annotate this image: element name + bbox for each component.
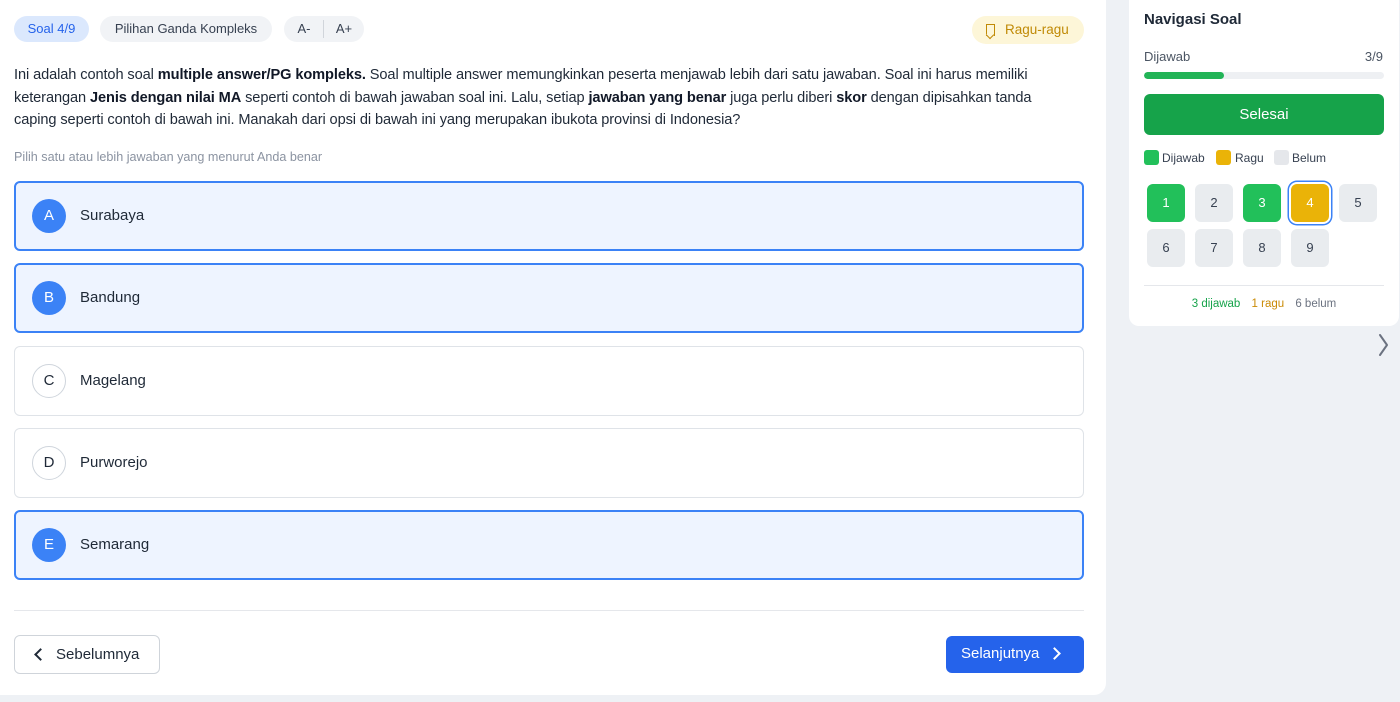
chevron-right-icon <box>1048 647 1061 660</box>
summary-unanswered: 6 belum <box>1295 298 1337 310</box>
doubt-button[interactable]: Ragu-ragu <box>972 16 1084 44</box>
option-label: Magelang <box>80 372 146 389</box>
navigation-divider <box>1144 285 1384 286</box>
option-letter-badge: C <box>32 364 66 398</box>
option-c[interactable]: C Magelang <box>14 346 1084 416</box>
chevron-left-icon <box>34 648 47 661</box>
legend-label-answered: Dijawab <box>1162 151 1205 165</box>
summary-doubt: 1 ragu <box>1251 298 1285 310</box>
bookmark-icon <box>986 24 995 36</box>
option-label: Purworejo <box>80 454 148 471</box>
option-label: Surabaya <box>80 207 145 224</box>
question-nav-button-3[interactable]: 3 <box>1243 184 1281 222</box>
finish-button[interactable]: Selesai <box>1144 94 1384 135</box>
question-number-badge: Soal 4/9 <box>14 16 89 42</box>
summary-answered: 3 dijawab <box>1191 298 1241 310</box>
answered-progress-fill <box>1144 72 1224 79</box>
option-letter-badge: B <box>32 281 66 315</box>
legend-swatch-answered <box>1144 150 1159 165</box>
answered-count: 3/9 <box>1364 49 1383 64</box>
legend-label-unanswered: Belum <box>1292 151 1327 165</box>
question-emphasis: skor <box>836 89 867 106</box>
option-label: Semarang <box>80 536 150 553</box>
question-segment: seperti contoh di bawah jawaban soal ini… <box>241 89 589 106</box>
answered-progress-bar <box>1144 72 1384 79</box>
question-nav-button-2[interactable]: 2 <box>1195 184 1233 222</box>
font-increase-button[interactable]: A+ <box>334 16 354 42</box>
question-emphasis: jawaban yang benar <box>588 89 727 106</box>
question-card: Soal 4/9 Pilihan Ganda Kompleks A- A+ Ra… <box>0 0 1106 695</box>
question-segment: Ini adalah contoh soal <box>14 67 158 83</box>
question-header: Soal 4/9 Pilihan Ganda Kompleks A- A+ Ra… <box>14 16 1084 44</box>
option-d[interactable]: D Purworejo <box>14 428 1084 498</box>
previous-button[interactable]: Sebelumnya <box>14 635 160 674</box>
answered-label: Dijawab <box>1144 49 1191 64</box>
option-a[interactable]: A Surabaya <box>14 181 1084 251</box>
question-nav-button-5[interactable]: 5 <box>1339 184 1377 222</box>
legend-swatch-unanswered <box>1274 150 1289 165</box>
question-nav-button-1[interactable]: 1 <box>1147 184 1185 222</box>
next-button[interactable]: Selanjutnya <box>946 636 1084 673</box>
collapse-panel-chevron-icon[interactable] <box>1377 333 1389 357</box>
question-navigation-panel: Navigasi Soal Dijawab 3/9 Selesai Dijawa… <box>1129 0 1399 326</box>
previous-button-label: Sebelumnya <box>56 646 140 663</box>
option-e[interactable]: E Semarang <box>14 510 1084 580</box>
question-nav-button-8[interactable]: 8 <box>1243 229 1281 267</box>
doubt-button-label: Ragu-ragu <box>1005 22 1069 37</box>
question-emphasis: Jenis dengan nilai MA <box>89 89 242 106</box>
option-letter-badge: A <box>32 199 66 233</box>
option-letter-badge: D <box>32 446 66 480</box>
legend-swatch-doubt <box>1216 150 1231 165</box>
option-label: Bandung <box>80 289 141 306</box>
question-nav-button-9[interactable]: 9 <box>1291 229 1329 267</box>
question-segment: juga perlu diberi <box>726 89 837 106</box>
footer-divider <box>14 610 1084 611</box>
question-nav-button-7[interactable]: 7 <box>1195 229 1233 267</box>
status-summary: 3 dijawab 1 ragu 6 belum <box>1129 298 1399 310</box>
question-text: Ini adalah contoh soal multiple answer/P… <box>14 64 1074 132</box>
option-b[interactable]: B Bandung <box>14 263 1084 333</box>
question-emphasis: multiple answer/PG kompleks. <box>157 67 366 83</box>
font-size-control: A- A+ <box>284 16 364 42</box>
option-letter-badge: E <box>32 528 66 562</box>
status-legend: Dijawab Ragu Belum <box>1144 150 1384 166</box>
question-type-badge: Pilihan Ganda Kompleks <box>100 16 272 42</box>
navigation-title: Navigasi Soal <box>1144 11 1242 28</box>
question-nav-button-4[interactable]: 4 <box>1291 184 1329 222</box>
legend-label-doubt: Ragu <box>1235 151 1264 165</box>
font-control-divider <box>323 20 324 38</box>
next-button-label: Selanjutnya <box>961 645 1040 662</box>
question-nav-button-6[interactable]: 6 <box>1147 229 1185 267</box>
font-decrease-button[interactable]: A- <box>294 16 314 42</box>
answer-hint: Pilih satu atau lebih jawaban yang menur… <box>14 150 323 164</box>
